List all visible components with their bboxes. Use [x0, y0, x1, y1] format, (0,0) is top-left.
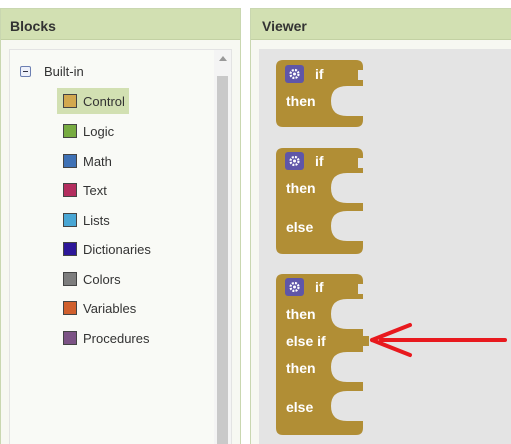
category-text[interactable]: Text — [57, 177, 111, 203]
lists-swatch-icon — [63, 213, 77, 227]
variables-swatch-icon — [63, 301, 77, 315]
viewer-title: Viewer — [251, 9, 511, 40]
category-lists[interactable]: Lists — [57, 207, 114, 233]
tree-root-label: Built-in — [44, 64, 84, 79]
procedures-swatch-icon — [63, 331, 77, 345]
colors-swatch-icon — [63, 272, 77, 286]
blocks-workspace[interactable] — [259, 49, 511, 444]
category-procedures[interactable]: Procedures — [57, 325, 153, 351]
category-label: Variables — [83, 300, 137, 316]
blocks-panel: Blocks Built-in Control Logic Math Text … — [0, 8, 241, 444]
category-label: Procedures — [83, 330, 150, 346]
blocks-tree: Built-in Control Logic Math Text Lists D… — [9, 49, 232, 444]
category-colors[interactable]: Colors — [57, 266, 125, 292]
viewer-panel: Viewer — [250, 8, 511, 444]
category-label: Colors — [83, 271, 121, 287]
scroll-up-arrow-icon[interactable] — [219, 56, 227, 61]
math-swatch-icon — [63, 154, 77, 168]
category-variables[interactable]: Variables — [57, 295, 140, 321]
category-label: Math — [83, 153, 112, 169]
category-math[interactable]: Math — [57, 148, 116, 174]
category-label: Logic — [83, 123, 115, 139]
scroll-thumb[interactable] — [217, 76, 228, 444]
logic-swatch-icon — [63, 124, 77, 138]
collapse-icon[interactable] — [20, 66, 31, 77]
category-label: Control — [83, 93, 125, 109]
category-label: Lists — [83, 212, 110, 228]
category-dictionaries[interactable]: Dictionaries — [57, 236, 155, 262]
tree-root-built-in[interactable]: Built-in — [20, 64, 84, 79]
text-swatch-icon — [63, 183, 77, 197]
dictionaries-swatch-icon — [63, 242, 77, 256]
tree-scrollbar[interactable] — [214, 50, 231, 444]
blocks-panel-title: Blocks — [1, 9, 240, 40]
category-logic[interactable]: Logic — [57, 118, 118, 144]
category-label: Text — [83, 182, 107, 198]
category-label: Dictionaries — [83, 241, 151, 257]
control-swatch-icon — [63, 94, 77, 108]
category-control[interactable]: Control — [57, 88, 129, 114]
